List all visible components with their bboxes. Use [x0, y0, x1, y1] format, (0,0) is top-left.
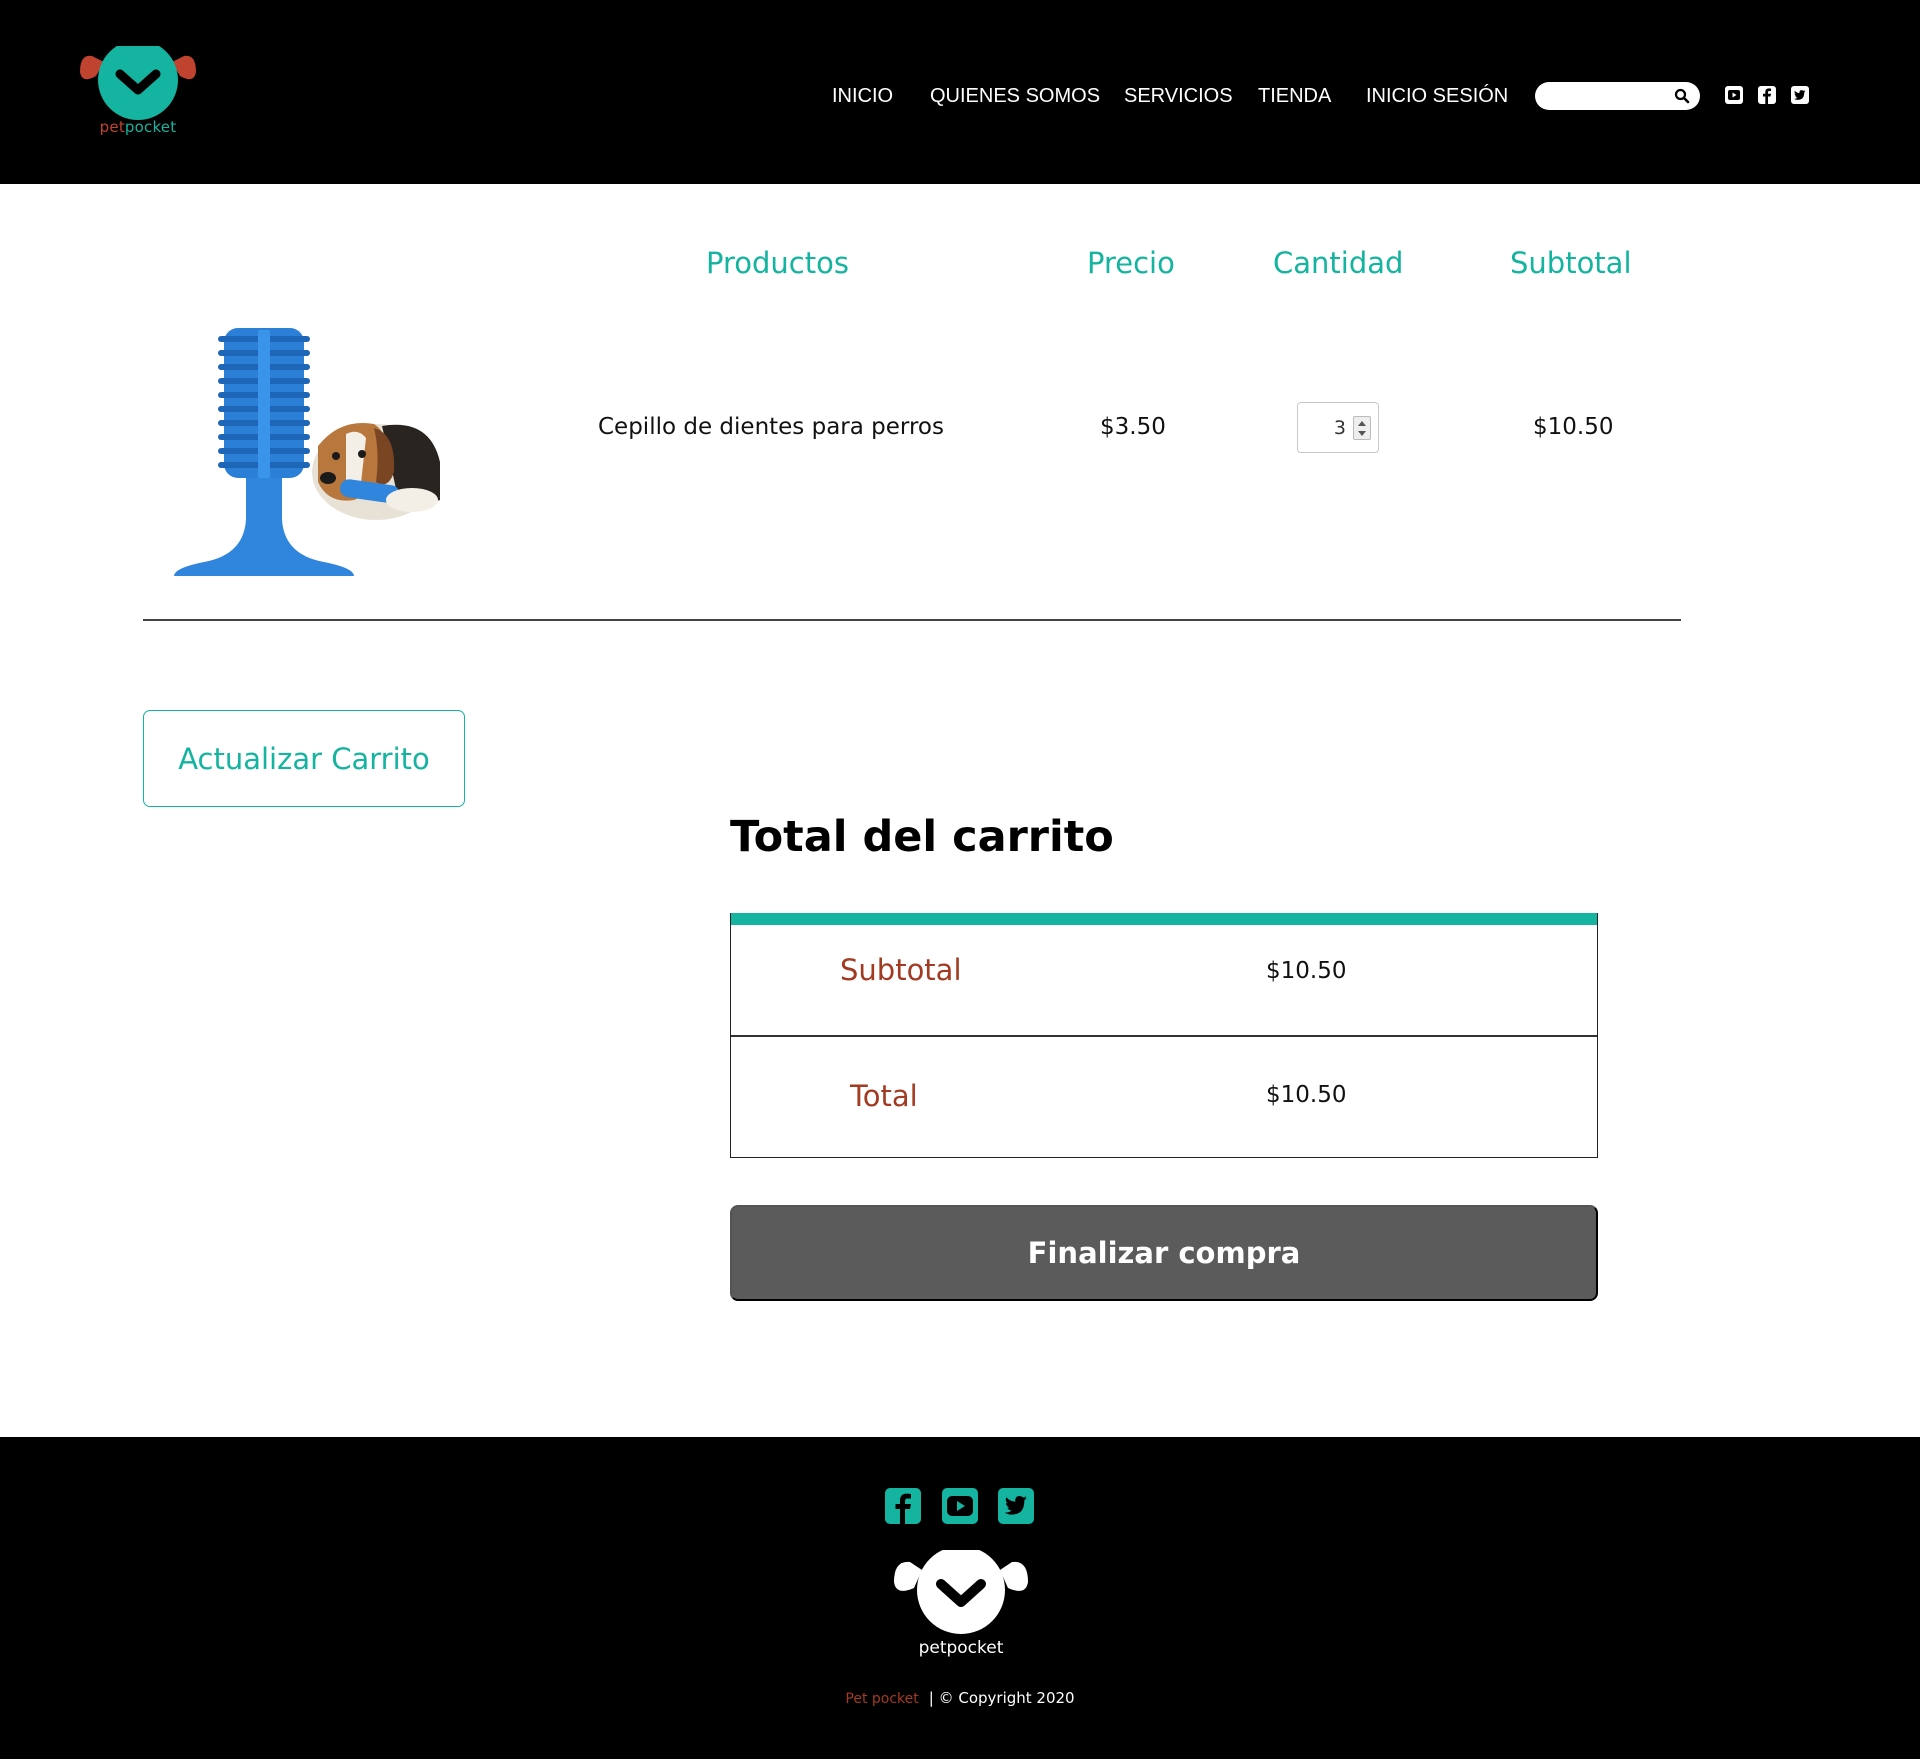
logo-mark — [80, 40, 196, 120]
nav-item-inicio-sesion[interactable]: INICIO SESIÓN — [1366, 85, 1508, 108]
twitter-icon[interactable] — [997, 1487, 1035, 1525]
quantity-input[interactable] — [1306, 415, 1346, 441]
footer-logo-mark — [894, 1546, 1028, 1634]
col-header-subtotal: Subtotal — [1510, 246, 1632, 280]
quantity-stepper — [1297, 402, 1379, 453]
total-label: Total — [850, 1079, 918, 1113]
nav-item-quienes-somos[interactable]: QUIENES SOMOS — [930, 85, 1100, 108]
cart-totals-table: Subtotal $10.50 Total $10.50 — [730, 913, 1598, 1158]
twitter-icon[interactable] — [1790, 85, 1810, 105]
cart-divider — [143, 619, 1681, 621]
nav-item-inicio[interactable]: INICIO — [832, 85, 893, 108]
petpocket-logo[interactable]: petpocket — [78, 40, 198, 141]
col-header-productos: Productos — [706, 246, 849, 280]
total-value: $10.50 — [1266, 1082, 1347, 1108]
footer-logo[interactable]: petpocket — [892, 1546, 1030, 1662]
site-header: petpocket INICIO QUIENES SOMOS SERVICIOS… — [0, 0, 1920, 184]
nav-item-tienda[interactable]: TIENDA — [1258, 85, 1331, 108]
product-price: $3.50 — [1100, 414, 1166, 440]
subtotal-value: $10.50 — [1266, 958, 1347, 984]
product-image[interactable] — [168, 322, 440, 580]
youtube-icon[interactable] — [1724, 85, 1744, 105]
youtube-icon[interactable] — [941, 1487, 979, 1525]
search-icon[interactable] — [1674, 88, 1690, 104]
facebook-icon[interactable] — [884, 1487, 922, 1525]
copyright-text: | © Copyright 2020 — [928, 1689, 1075, 1707]
search-box — [1535, 82, 1700, 110]
site-footer: petpocket Pet pocket | © Copyright 2020 — [0, 1437, 1920, 1759]
update-cart-button[interactable]: Actualizar Carrito — [143, 710, 465, 807]
spinner-down-icon[interactable] — [1358, 431, 1366, 436]
cart-totals-title: Total del carrito — [730, 812, 1114, 862]
nav-item-servicios[interactable]: SERVICIOS — [1124, 85, 1233, 108]
totals-row-separator — [731, 1035, 1597, 1037]
col-header-cantidad: Cantidad — [1273, 246, 1404, 280]
logo-wordmark: petpocket — [99, 118, 177, 136]
facebook-icon[interactable] — [1757, 85, 1777, 105]
product-name[interactable]: Cepillo de dientes para perros — [598, 414, 944, 440]
quantity-spinner[interactable] — [1353, 416, 1371, 440]
totals-accent-bar — [731, 913, 1597, 925]
subtotal-label: Subtotal — [840, 953, 962, 987]
checkout-button[interactable]: Finalizar compra — [730, 1205, 1598, 1301]
brand-link[interactable]: Pet pocket — [845, 1691, 918, 1707]
footer-logo-wordmark: petpocket — [918, 1638, 1004, 1658]
product-subtotal: $10.50 — [1533, 414, 1614, 440]
col-header-precio: Precio — [1087, 246, 1175, 280]
copyright: Pet pocket | © Copyright 2020 — [0, 1689, 1920, 1707]
spinner-up-icon[interactable] — [1358, 421, 1366, 426]
search-input[interactable] — [1547, 85, 1667, 107]
